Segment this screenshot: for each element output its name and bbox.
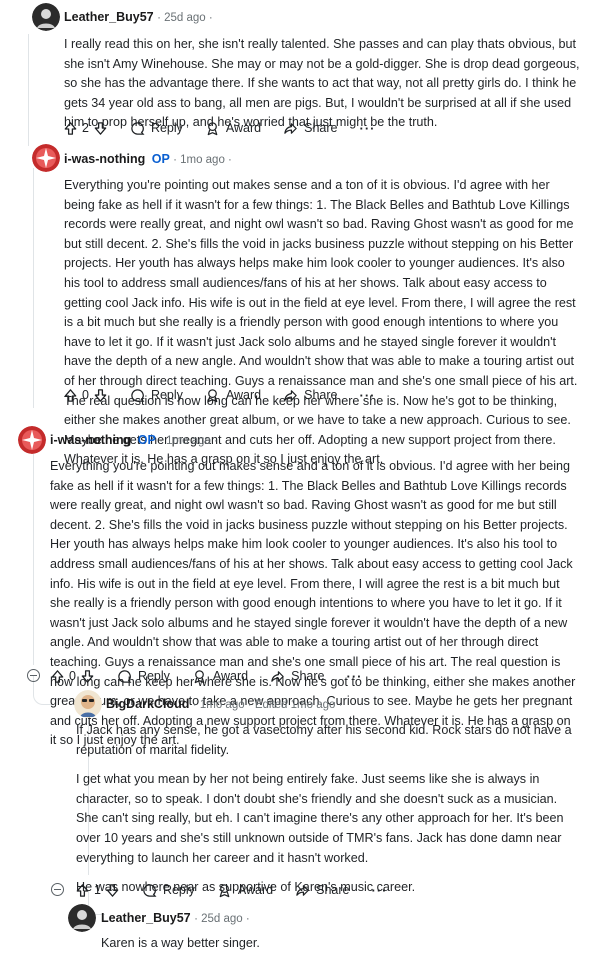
comment-body: Karen is a way better singer. [101,934,581,964]
reply-label: Reply [137,669,170,683]
timestamp: · 1mo ago · Edited 1mo ago · [192,699,343,711]
share-icon [271,670,284,682]
share-icon [284,122,297,134]
comment-actions: 2 Reply Award Share ··· [63,117,376,139]
award-button[interactable]: Award [205,388,261,403]
avatar[interactable] [74,690,102,718]
vote-count: 1 [94,883,101,897]
more-options-button[interactable]: ··· [372,883,388,898]
username-link[interactable]: BigDarkCloud [106,697,189,711]
comment-bubble-icon [118,669,132,683]
vote-count: 0 [82,388,89,402]
username-link[interactable]: i-was-nothing [64,152,145,166]
reply-label: Reply [150,121,183,135]
share-icon [296,884,309,896]
comment-author-line: i-was-nothing OP · 1mo ago · [50,433,218,447]
thread-line [33,450,34,665]
username-link[interactable]: Leather_Buy57 [64,10,154,24]
share-label: Share [304,121,338,135]
downvote-icon[interactable] [93,388,108,403]
vote-group: 0 [63,388,108,403]
downvote-icon[interactable] [105,883,120,898]
award-label: Award [212,669,249,683]
award-icon [207,388,218,402]
award-button[interactable]: Award [217,883,273,898]
reply-button[interactable]: Reply [130,121,183,136]
comment-paragraph: Karen is a way better singer. [101,936,260,950]
award-button[interactable]: Award [192,669,248,684]
vote-count: 0 [69,669,76,683]
avatar[interactable] [68,904,96,932]
collapse-thread-icon[interactable] [51,883,64,896]
reply-button[interactable]: Reply [117,669,170,684]
more-options-button[interactable]: ··· [360,121,376,136]
comment-paragraph: If Jack has any sense, he got a vasectom… [76,723,572,757]
share-label: Share [304,388,338,402]
vote-count: 2 [82,121,89,135]
award-label: Award [237,883,274,897]
comment-bubble-icon [143,883,157,897]
timestamp: · 25d ago · [194,913,250,925]
comment-paragraph: I get what you mean by her not being ent… [76,772,564,865]
award-label: Award [225,388,262,402]
comment-bubble-icon [131,121,145,135]
timestamp: · 1mo ago · [173,154,232,166]
op-badge: OP [151,152,170,166]
upvote-icon[interactable] [50,669,65,684]
share-label: Share [291,669,325,683]
more-options-button[interactable]: ··· [360,388,376,403]
upvote-icon[interactable] [75,883,90,898]
upvote-icon[interactable] [63,121,78,136]
share-icon [284,389,297,401]
collapse-thread-icon[interactable] [27,669,40,682]
reply-button[interactable]: Reply [142,883,195,898]
avatar[interactable] [18,426,46,454]
username-link[interactable]: i-was-nothing [50,433,131,447]
vote-group: 1 [75,883,120,898]
reply-label: Reply [150,388,183,402]
share-button[interactable]: Share [283,388,338,403]
avatar[interactable] [32,144,60,172]
op-badge: OP [137,433,156,447]
vote-group: 2 [63,121,108,136]
comment-author-line: BigDarkCloud · 1mo ago · Edited 1mo ago … [106,697,342,711]
avatar[interactable] [32,3,60,31]
award-label: Award [225,121,262,135]
share-label: Share [316,883,350,897]
downvote-icon[interactable] [93,121,108,136]
comment-actions: 0 Reply Award Share ··· [50,665,363,687]
reply-label: Reply [162,883,195,897]
award-button[interactable]: Award [205,121,261,136]
timestamp: · 1mo ago · [159,435,218,447]
more-options-button[interactable]: ··· [347,669,363,684]
award-icon [194,669,205,683]
comment-paragraph: Everything you're pointing out makes sen… [64,178,578,467]
award-icon [219,883,230,897]
comment-bubble-icon [131,388,145,402]
share-button[interactable]: Share [270,669,325,684]
comment-body: Everything you're pointing out makes sen… [50,457,580,761]
timestamp: · 25d ago · [157,12,213,24]
thread-line [28,34,29,146]
reply-button[interactable]: Reply [130,388,183,403]
share-button[interactable]: Share [295,883,350,898]
vote-group: 0 [50,669,95,684]
share-button[interactable]: Share [283,121,338,136]
thread-line [33,168,34,408]
comment-actions: 1 Reply Award Share ··· [75,879,388,901]
comment-actions: 0 Reply Award Share ··· [63,384,376,406]
downvote-icon[interactable] [80,669,95,684]
username-link[interactable]: Leather_Buy57 [101,911,191,925]
award-icon [207,121,218,135]
upvote-icon[interactable] [63,388,78,403]
comment-author-line: Leather_Buy57 · 25d ago · [101,911,250,925]
comment-author-line: i-was-nothing OP · 1mo ago · [64,152,232,166]
comment-author-line: Leather_Buy57 · 25d ago · [64,10,213,24]
